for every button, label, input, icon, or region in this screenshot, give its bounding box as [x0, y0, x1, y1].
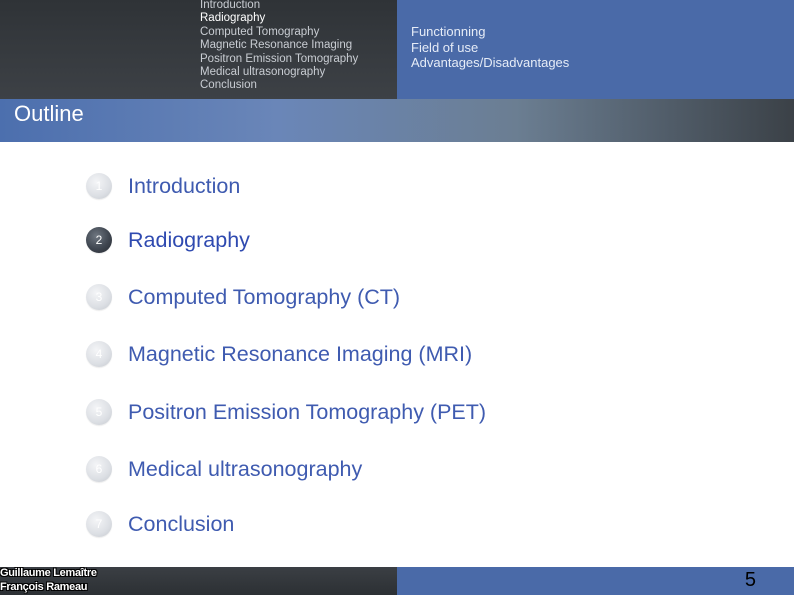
section-nav: Introduction Radiography Computed Tomogr…	[200, 0, 358, 93]
outline-item-label: Medical ultrasonography	[128, 456, 363, 481]
outline-item-label: Radiography	[128, 227, 250, 252]
outline-item-label: Conclusion	[128, 511, 235, 536]
subsection-item-field-of-use[interactable]: Field of use	[411, 40, 569, 56]
outline-item-label: Magnetic Resonance Imaging (MRI)	[128, 341, 473, 366]
outline-item-7: 7 Conclusion	[86, 509, 234, 539]
outline-item-6: 6 Medical ultrasonography	[86, 454, 362, 484]
nav-item-radiography[interactable]: Radiography	[200, 12, 358, 25]
footer-blue-panel	[397, 567, 794, 595]
header-dark-panel: Introduction Radiography Computed Tomogr…	[0, 0, 397, 99]
outline-item-label: Introduction	[128, 173, 241, 198]
author-name-1: Guillaume Lemaître	[0, 567, 97, 579]
nav-item-conclusion[interactable]: Conclusion	[200, 79, 358, 92]
outline-item-4: 4 Magnetic Resonance Imaging (MRI)	[86, 339, 472, 369]
nav-item-pet[interactable]: Positron Emission Tomography	[200, 53, 358, 66]
number-bullet: 4	[86, 341, 112, 367]
title-bar: Outline	[0, 99, 794, 142]
subsection-item-functionning[interactable]: Functionning	[411, 24, 569, 40]
nav-item-mri[interactable]: Magnetic Resonance Imaging	[200, 39, 358, 52]
nav-item-computed-tomography[interactable]: Computed Tomography	[200, 26, 358, 39]
page-number: 5	[744, 569, 756, 591]
slide-title: Outline	[14, 101, 84, 126]
outline-item-3: 3 Computed Tomography (CT)	[86, 282, 400, 312]
author-name-2: François Rameau	[0, 581, 88, 593]
number-bullet: 2	[86, 227, 112, 253]
outline-item-label: Computed Tomography (CT)	[128, 284, 401, 309]
author-names: Guillaume Lemaître François Rameau	[0, 566, 97, 594]
number-bullet: 7	[86, 511, 112, 537]
nav-item-introduction[interactable]: Introduction	[200, 0, 358, 12]
number-bullet: 6	[86, 456, 112, 482]
number-bullet: 1	[86, 173, 112, 199]
outline-item-2: 2 Radiography	[86, 225, 250, 255]
outline-item-5: 5 Positron Emission Tomography (PET)	[86, 397, 486, 427]
outline-item-1: 1 Introduction	[86, 171, 240, 201]
number-bullet: 5	[86, 399, 112, 425]
number-bullet: 3	[86, 284, 112, 310]
subsection-nav: Functionning Field of use Advantages/Dis…	[411, 24, 569, 71]
outline-item-label: Positron Emission Tomography (PET)	[128, 399, 487, 424]
subsection-item-advantages[interactable]: Advantages/Disadvantages	[411, 55, 569, 71]
nav-item-ultrasonography[interactable]: Medical ultrasonography	[200, 66, 358, 79]
